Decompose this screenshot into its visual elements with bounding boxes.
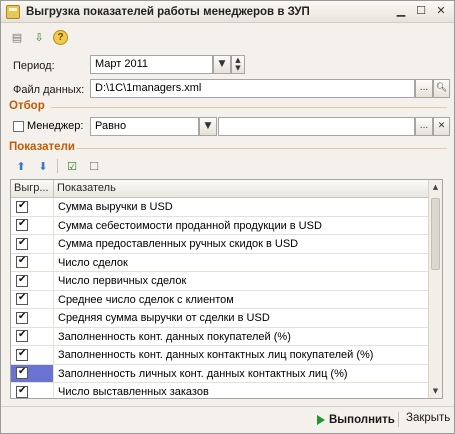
button-divider [398, 412, 399, 427]
export-cell[interactable] [11, 327, 54, 345]
export-cell[interactable] [11, 290, 54, 308]
indicator-name: Среднее число сделок с клиентом [58, 293, 234, 306]
indicators-divider [76, 148, 447, 149]
close-button[interactable]: Закрыть [406, 412, 450, 424]
manager-value-field[interactable] [218, 117, 415, 136]
dialog-window: Выгрузка показателей работы менеджеров в… [0, 0, 455, 434]
table-row[interactable]: Заполненность конт. данных покупателей (… [11, 327, 428, 346]
run-button[interactable]: Выполнить [317, 411, 395, 429]
indicator-name: Число выставленных заказов [58, 386, 209, 398]
title-bar: Выгрузка показателей работы менеджеров в… [1, 1, 454, 23]
file-label: Файл данных: [13, 84, 85, 96]
table-row[interactable]: Заполненность конт. данных контактных ли… [11, 346, 428, 365]
export-cell[interactable] [11, 309, 54, 327]
manager-filter[interactable]: Менеджер: [13, 120, 83, 132]
check-all-icon[interactable]: ☑ [64, 158, 80, 174]
spin-down-icon[interactable]: ▼ [232, 64, 244, 72]
restore-icon[interactable]: ☐ [414, 4, 428, 18]
period-field[interactable]: Март 2011 [90, 55, 213, 74]
export-cell[interactable] [11, 364, 54, 382]
scroll-up-icon[interactable]: ▲ [429, 180, 442, 194]
table-row[interactable]: Число выставленных заказов [11, 383, 428, 398]
table-row[interactable]: Среднее число сделок с клиентом [11, 290, 428, 309]
filter-section-title: Отбор [9, 100, 45, 112]
column-export[interactable]: Выгр... [11, 180, 54, 197]
condition-dropdown-button[interactable]: ▼ [199, 117, 217, 136]
browse-button[interactable]: ... [415, 79, 433, 98]
period-dropdown-button[interactable]: ▼ [213, 55, 231, 74]
close-icon[interactable]: ✕ [434, 4, 448, 18]
table-row[interactable]: Сумма выручки в USD [11, 198, 428, 217]
export-checkbox[interactable] [16, 218, 28, 232]
table-row[interactable]: Заполненность личных конт. данных контак… [11, 364, 428, 383]
export-checkbox[interactable] [16, 255, 28, 269]
scroll-thumb[interactable] [431, 198, 440, 270]
app-icon [6, 4, 20, 19]
export-cell[interactable] [11, 216, 54, 234]
run-button-label: Выполнить [329, 414, 395, 426]
minimize-icon[interactable]: ▁ [394, 4, 408, 18]
manager-select-button[interactable]: ... [415, 117, 433, 136]
export-checkbox[interactable] [16, 237, 28, 250]
export-checkbox[interactable] [16, 292, 28, 306]
indicator-name: Заполненность конт. данных покупателей (… [58, 330, 291, 343]
condition-field[interactable]: Равно [90, 117, 199, 136]
indicator-name: Сумма предоставленных ручных скидок в US… [58, 238, 299, 250]
indicator-name: Заполненность личных конт. данных контак… [58, 367, 348, 380]
export-cell[interactable] [11, 346, 54, 364]
table-body: Сумма выручки в USD Сумма себестоимости п… [11, 198, 428, 398]
indicator-name: Сумма выручки в USD [58, 201, 173, 213]
clear-icon[interactable]: ✕ [433, 117, 450, 136]
move-up-icon[interactable]: ⬆ [13, 158, 29, 174]
uncheck-all-icon[interactable]: ☐ [86, 158, 102, 174]
indicator-name: Число сделок [58, 256, 128, 269]
table-row[interactable]: Число сделок [11, 253, 428, 272]
export-cell[interactable] [11, 383, 54, 398]
export-checkbox[interactable] [16, 200, 28, 213]
open-file-icon[interactable]: 🔍︎ [433, 79, 450, 98]
export-cell[interactable] [11, 272, 54, 290]
period-label: Период: [13, 60, 55, 72]
table-row[interactable]: Число первичных сделок [11, 272, 428, 291]
indicator-name: Сумма себестоимости проданной продукции … [58, 219, 322, 232]
move-down-icon[interactable]: ⬇ [35, 158, 51, 174]
table-header: Выгр... Показатель [11, 180, 442, 198]
export-cell[interactable] [11, 198, 54, 216]
manager-checkbox[interactable] [13, 120, 24, 132]
indicator-name: Заполненность конт. данных контактных ли… [58, 349, 374, 361]
export-checkbox[interactable] [16, 385, 28, 398]
export-cell[interactable] [11, 253, 54, 271]
export-cell[interactable] [11, 235, 54, 253]
indicators-table: Выгр... Показатель Сумма выручки в USDСу… [10, 179, 443, 399]
table-row[interactable]: Средняя сумма выручки от сделки в USD [11, 309, 428, 328]
settings-doc-icon[interactable]: ▤ [9, 29, 25, 45]
export-checkbox[interactable] [16, 348, 28, 361]
indicator-name: Средняя сумма выручки от сделки в USD [58, 312, 270, 324]
spin-up-icon[interactable]: ▲ [232, 56, 244, 64]
window-title: Выгрузка показателей работы менеджеров в… [26, 5, 310, 18]
export-checkbox[interactable] [16, 274, 28, 287]
vertical-scrollbar[interactable]: ▲ ▼ [428, 180, 442, 398]
export-checkbox[interactable] [16, 366, 28, 380]
help-icon[interactable]: ? [53, 29, 68, 45]
indicators-section-title: Показатели [9, 141, 75, 153]
toolbar: ▤ ⇩ ? [9, 27, 68, 47]
grid-toolbar: ⬆ ⬇ ☑ ☐ [13, 158, 102, 174]
period-spinner[interactable]: ▲ ▼ [231, 55, 245, 74]
scroll-down-icon[interactable]: ▼ [429, 384, 442, 398]
indicator-name: Число первичных сделок [58, 275, 187, 287]
export-checkbox[interactable] [16, 311, 28, 324]
save-settings-icon[interactable]: ⇩ [31, 29, 47, 45]
table-row[interactable]: Сумма предоставленных ручных скидок в US… [11, 235, 428, 254]
column-indicator[interactable]: Показатель [54, 180, 442, 197]
table-row[interactable]: Сумма себестоимости проданной продукции … [11, 216, 428, 235]
play-icon [317, 415, 325, 425]
export-checkbox[interactable] [16, 329, 28, 343]
file-path-field[interactable]: D:\1C\1managers.xml [90, 79, 415, 98]
filter-divider [51, 107, 447, 108]
manager-label: Менеджер: [27, 120, 84, 132]
